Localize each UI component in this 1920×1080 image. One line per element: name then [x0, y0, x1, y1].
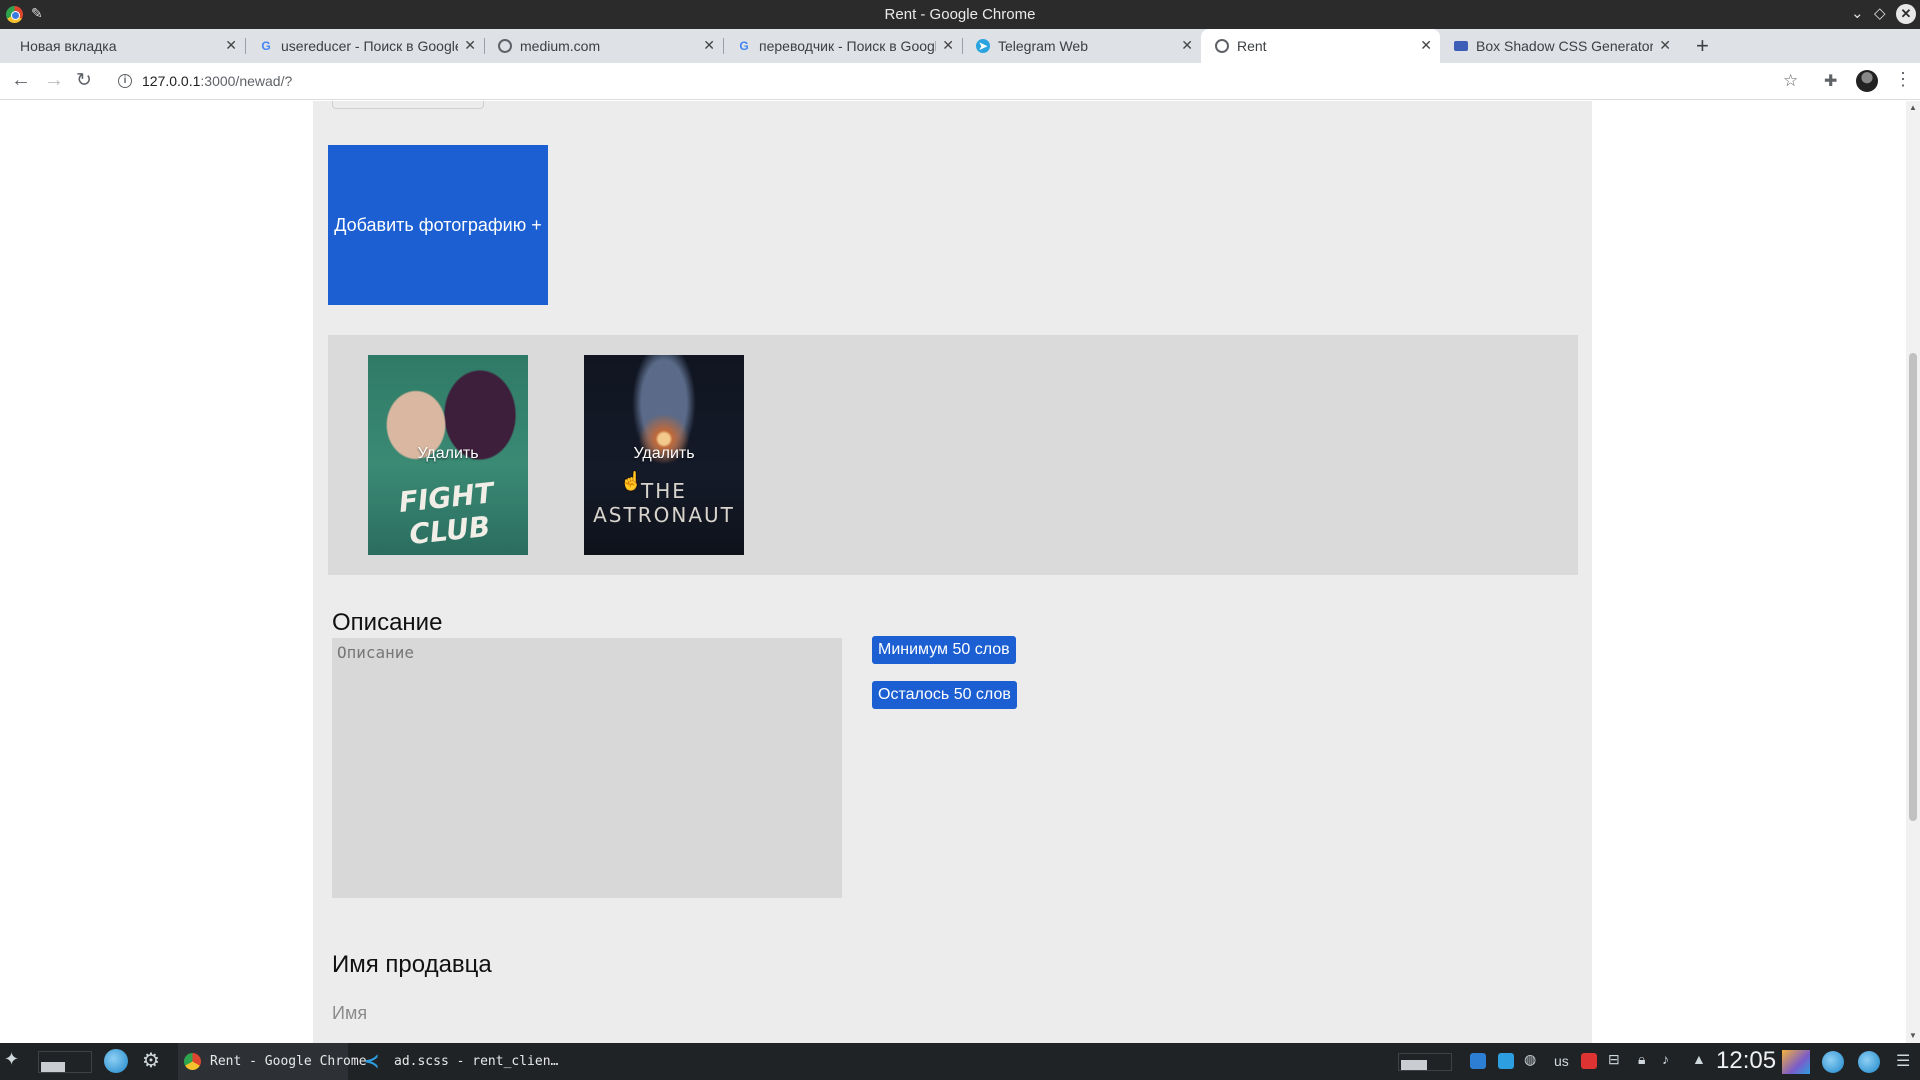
- tray-menu-icon[interactable]: ☰: [1896, 1051, 1910, 1071]
- desktop-pager[interactable]: [38, 1051, 92, 1073]
- photo-gallery: FIGHT CLUB Удалить THE ASTRONAUT Удалить…: [328, 335, 1578, 575]
- close-tab-icon[interactable]: ✕: [1420, 37, 1432, 54]
- close-tab-icon[interactable]: ✕: [1659, 37, 1671, 54]
- back-arrow-icon[interactable]: ←: [11, 69, 31, 92]
- taskbar-window-label: ad.scss - rent_clien…: [394, 1054, 559, 1069]
- photo-thumbnail[interactable]: THE ASTRONAUT Удалить ☝: [584, 355, 744, 555]
- tab-label: Box Shadow CSS Generator: [1476, 38, 1653, 54]
- taskbar-vscode-window[interactable]: ≺ ad.scss - rent_clien…: [362, 1043, 558, 1080]
- scroll-up-icon[interactable]: ▲: [1909, 103, 1917, 112]
- taskbar-clock[interactable]: 12:05: [1716, 1047, 1776, 1075]
- poster-text: THE ASTRONAUT: [593, 479, 735, 527]
- telegram-icon: ➤: [976, 39, 990, 53]
- bookmark-star-icon[interactable]: ☆: [1783, 71, 1798, 91]
- tray-lock-icon[interactable]: 🔒︎: [1638, 1051, 1645, 1068]
- google-icon: G: [261, 39, 271, 53]
- close-tab-icon[interactable]: ✕: [464, 37, 476, 54]
- tray-red-app-icon[interactable]: [1581, 1053, 1597, 1069]
- minimize-icon[interactable]: ⌄: [1851, 4, 1864, 22]
- tray-vpn-icon[interactable]: ◍: [1524, 1051, 1536, 1068]
- delete-photo-button[interactable]: Удалить: [368, 445, 528, 463]
- page-scrollbar[interactable]: ▲ ▼: [1906, 101, 1920, 1043]
- url-path: :3000/newad/?: [200, 73, 293, 89]
- tab-label: Новая вкладка: [20, 38, 117, 54]
- seller-name-heading: Имя продавца: [332, 951, 492, 978]
- window-titlebar: ✎ Rent - Google Chrome ⌄ ◇ ✕: [0, 0, 1920, 29]
- tray-chat-icon[interactable]: [1498, 1053, 1514, 1069]
- min-words-badge: Минимум 50 слов: [872, 636, 1016, 664]
- close-tab-icon[interactable]: ✕: [703, 37, 715, 54]
- tab-label: medium.com: [520, 38, 601, 54]
- close-window-icon[interactable]: ✕: [1896, 4, 1916, 24]
- scroll-down-icon[interactable]: ▼: [1909, 1031, 1917, 1040]
- window-title: Rent - Google Chrome: [884, 6, 1036, 23]
- os-taskbar: ✦ ⚙ Rent - Google Chrome ≺ ad.scss - ren…: [0, 1043, 1920, 1080]
- tab-translator-search[interactable]: G переводчик - Поиск в Google ✕: [723, 29, 963, 63]
- site-info-icon[interactable]: i: [118, 74, 132, 88]
- globe-icon: [1215, 39, 1229, 53]
- close-tab-icon[interactable]: ✕: [1181, 37, 1193, 54]
- tray-network-icon[interactable]: ⊟: [1608, 1051, 1620, 1068]
- new-tab-icon[interactable]: +: [1696, 33, 1709, 59]
- chrome-icon: [184, 1053, 201, 1070]
- photo-thumbnail[interactable]: FIGHT CLUB Удалить: [368, 355, 528, 555]
- tab-usereducer-search[interactable]: G usereducer - Поиск в Google ✕: [245, 29, 485, 63]
- taskbar-window-label: Rent - Google Chrome: [210, 1054, 367, 1069]
- browser-toolbar: ← → ↻ i 127.0.0.1:3000/newad/? ☆ ✚ ⋮: [0, 63, 1920, 100]
- browser-globe-icon[interactable]: [104, 1049, 128, 1073]
- seller-name-input[interactable]: [332, 999, 732, 1027]
- tray-image-app-icon[interactable]: [1782, 1050, 1810, 1074]
- profile-avatar[interactable]: [1856, 70, 1878, 92]
- tray-globe-icon[interactable]: [1822, 1051, 1844, 1073]
- tray-desktop-preview[interactable]: [1398, 1053, 1452, 1071]
- scrollbar-thumb[interactable]: [1909, 353, 1917, 821]
- hand-cursor-icon: ☝: [620, 471, 643, 491]
- previous-field-button[interactable]: [332, 101, 484, 109]
- new-ad-form: Добавить фотографию + FIGHT CLUB Удалить…: [313, 101, 1592, 1043]
- poster-text: FIGHT CLUB: [397, 476, 496, 552]
- url-text[interactable]: 127.0.0.1:3000/newad/?: [142, 73, 292, 89]
- app-launcher-icon[interactable]: ✦: [4, 1049, 19, 1080]
- tray-info-icon[interactable]: [1470, 1053, 1486, 1069]
- delete-photo-button[interactable]: Удалить: [584, 445, 744, 463]
- tab-strip: Новая вкладка ✕ G usereducer - Поиск в G…: [0, 29, 1920, 63]
- tab-label: переводчик - Поиск в Google: [759, 38, 936, 54]
- forward-arrow-icon[interactable]: →: [44, 69, 64, 92]
- url-host: 127.0.0.1: [142, 73, 201, 89]
- tab-label: usereducer - Поиск в Google: [281, 38, 458, 54]
- tab-new-tab[interactable]: Новая вкладка ✕: [0, 29, 246, 63]
- address-bar[interactable]: i 127.0.0.1:3000/newad/? ☆: [109, 68, 1798, 95]
- tray-globe-icon[interactable]: [1858, 1051, 1880, 1073]
- description-textarea[interactable]: [332, 638, 842, 898]
- chrome-menu-icon[interactable]: ⋮: [1894, 69, 1912, 90]
- keyboard-layout-indicator[interactable]: us: [1554, 1053, 1569, 1069]
- box-icon: [1454, 41, 1468, 51]
- network-graph-icon[interactable]: ⚙: [142, 1048, 160, 1080]
- close-tab-icon[interactable]: ✕: [942, 37, 954, 54]
- google-icon: G: [739, 39, 749, 53]
- description-heading: Описание: [332, 609, 443, 636]
- extensions-puzzle-icon[interactable]: ✚: [1824, 71, 1837, 91]
- globe-icon: [498, 39, 512, 53]
- tab-medium[interactable]: medium.com ✕: [484, 29, 724, 63]
- taskbar-chrome-window[interactable]: Rent - Google Chrome: [178, 1043, 367, 1080]
- page-viewport: Добавить фотографию + FIGHT CLUB Удалить…: [0, 101, 1906, 1043]
- maximize-icon[interactable]: ◇: [1874, 4, 1886, 22]
- tab-label: Telegram Web: [998, 38, 1089, 54]
- words-left-badge: Осталось 50 слов: [872, 681, 1017, 709]
- tab-label: Rent: [1237, 38, 1267, 54]
- vscode-icon: ≺: [364, 1051, 380, 1071]
- tray-expand-icon[interactable]: ▲: [1692, 1051, 1706, 1067]
- tab-telegram-web[interactable]: ➤ Telegram Web ✕: [962, 29, 1201, 63]
- tab-rent[interactable]: Rent ✕: [1201, 29, 1440, 63]
- reload-icon[interactable]: ↻: [76, 69, 92, 92]
- tab-box-shadow-generator[interactable]: Box Shadow CSS Generator ✕: [1440, 29, 1679, 63]
- tray-volume-icon[interactable]: ♪: [1662, 1051, 1669, 1067]
- close-tab-icon[interactable]: ✕: [225, 37, 237, 54]
- add-photo-button[interactable]: Добавить фотографию +: [328, 145, 548, 305]
